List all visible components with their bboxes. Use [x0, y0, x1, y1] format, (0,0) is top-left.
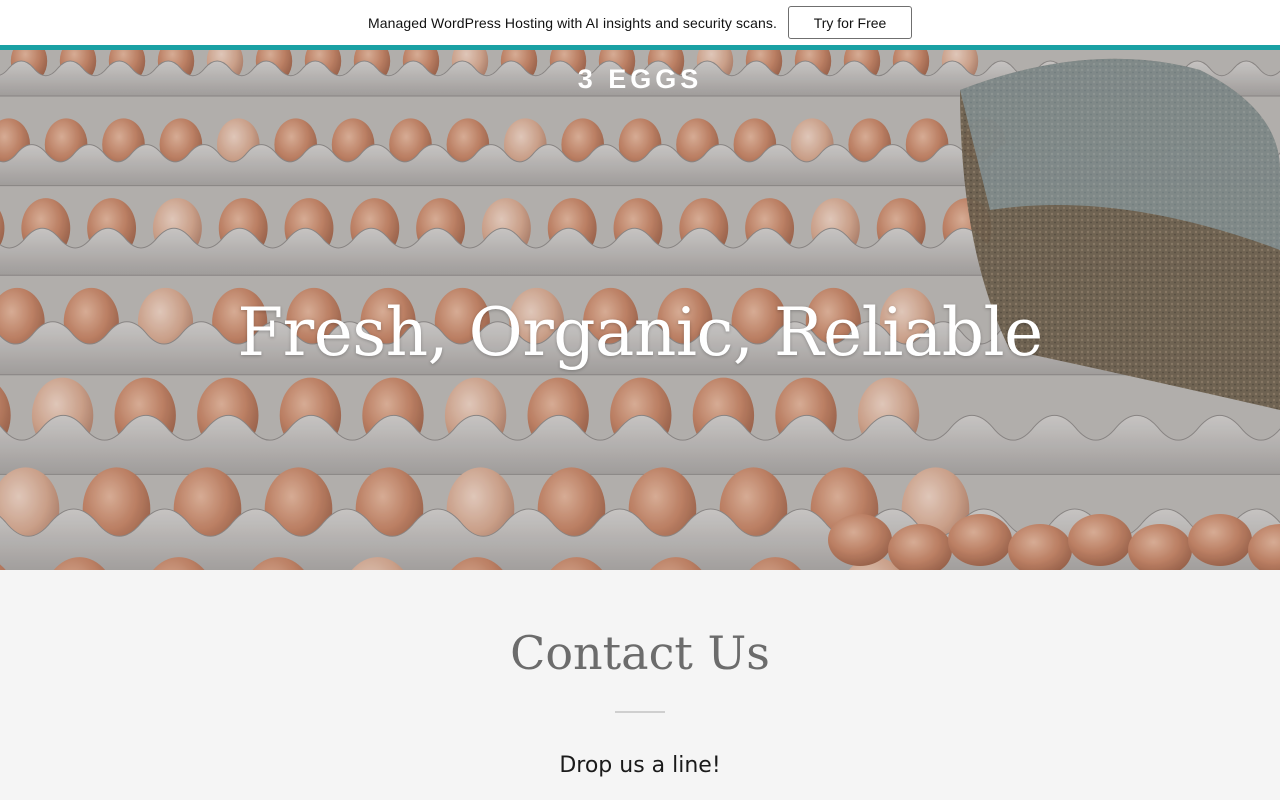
section-divider [615, 711, 665, 713]
promo-bar: Managed WordPress Hosting with AI insigh… [0, 0, 1280, 45]
try-for-free-button[interactable]: Try for Free [788, 6, 913, 39]
site-logo[interactable]: 3 EGGS [0, 64, 1280, 95]
hero-section: 3 EGGS Fresh, Organic, Reliable [0, 50, 1280, 570]
hero-title: Fresh, Organic, Reliable [237, 294, 1043, 371]
promo-text: Managed WordPress Hosting with AI insigh… [367, 14, 778, 31]
contact-subheading: Drop us a line! [559, 753, 721, 778]
contact-heading: Contact Us [510, 626, 770, 680]
contact-section: Contact Us Drop us a line! [0, 570, 1280, 800]
